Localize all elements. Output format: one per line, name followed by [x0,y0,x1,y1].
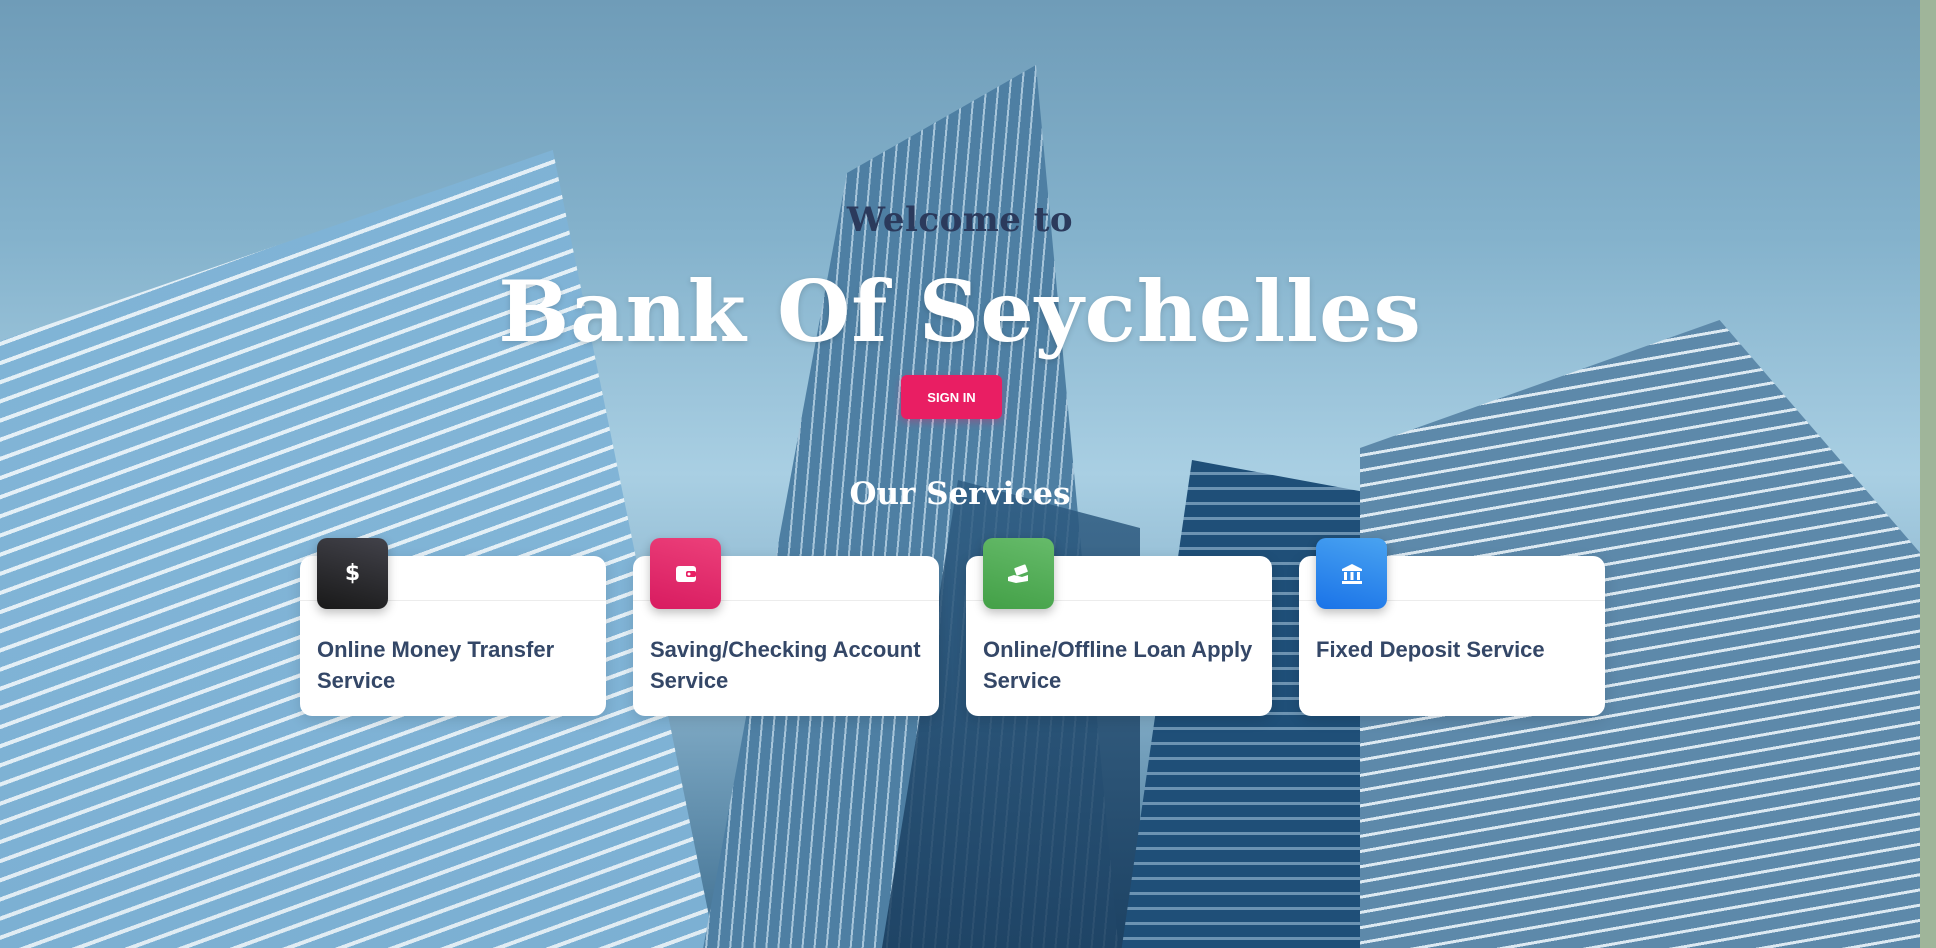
hero-section: Welcome to Bank Of Seychelles SIGN IN Ou… [0,0,1920,948]
service-card-account[interactable]: Saving/Checking Account Service [633,538,939,716]
dollar-icon: $ [317,538,388,609]
bank-icon [1316,538,1387,609]
service-card-label: Online Money Transfer Service [317,637,555,693]
service-card-fixed-deposit[interactable]: Fixed Deposit Service [1299,538,1605,716]
hand-money-icon [983,538,1054,609]
sign-in-button[interactable]: SIGN IN [901,375,1002,419]
service-card-money-transfer[interactable]: $ Online Money Transfer Service [300,538,606,716]
service-card-label: Saving/Checking Account Service [650,637,921,693]
service-card-loan[interactable]: Online/Offline Loan Apply Service [966,538,1272,716]
wallet-icon [650,538,721,609]
welcome-text: Welcome to [846,200,1074,240]
window-edge [1920,0,1936,948]
service-card-label: Online/Offline Loan Apply Service [983,637,1253,693]
service-card-label: Fixed Deposit Service [1316,637,1545,662]
page-title: Bank Of Seychelles [498,262,1422,361]
services-heading: Our Services [849,476,1071,512]
